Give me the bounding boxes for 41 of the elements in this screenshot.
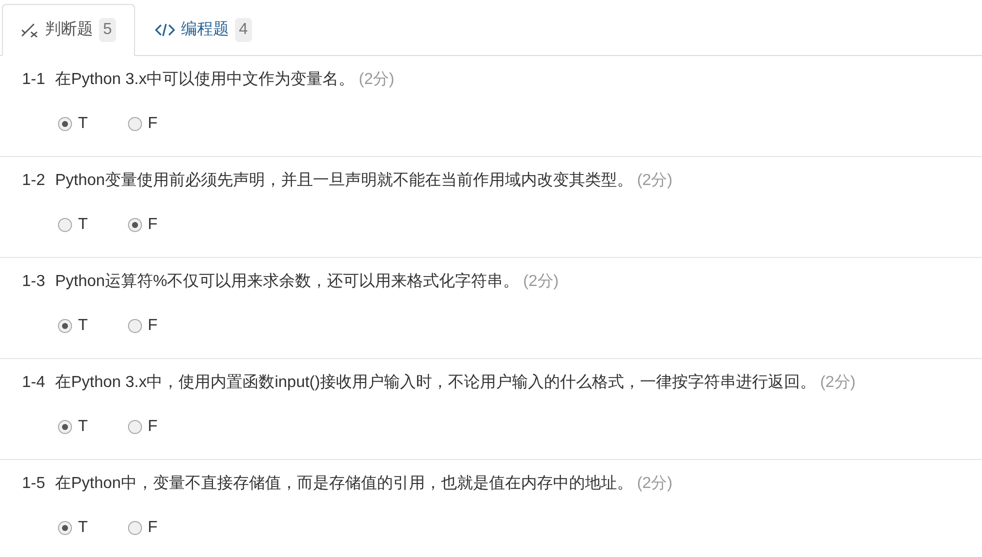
- radio-button[interactable]: [128, 319, 142, 333]
- answer-option[interactable]: T: [58, 112, 88, 136]
- question-text: Python运算符%不仅可以用来求余数，还可以用来格式化字符串。: [55, 272, 520, 292]
- question-score: (2分): [820, 373, 856, 393]
- check-cross-icon: [21, 22, 39, 38]
- code-icon: [154, 23, 175, 37]
- count-badge: 5: [99, 18, 116, 42]
- count-badge: 4: [234, 18, 252, 42]
- radio-button[interactable]: [58, 420, 72, 434]
- question-score: (2分): [636, 171, 672, 191]
- question-text: 在Python 3.x中可以使用中文作为变量名。: [55, 70, 355, 90]
- answer-option[interactable]: T: [58, 314, 88, 338]
- answer-option[interactable]: F: [128, 516, 158, 540]
- radio-button[interactable]: [58, 521, 72, 535]
- question-number: 1-1: [22, 70, 46, 90]
- radio-button[interactable]: [128, 218, 142, 232]
- answer-option[interactable]: T: [58, 415, 88, 439]
- radio-button[interactable]: [58, 117, 72, 131]
- question-number: 1-4: [22, 373, 46, 393]
- answer-option[interactable]: T: [58, 516, 88, 540]
- answer-option[interactable]: F: [128, 415, 158, 439]
- answer-option[interactable]: T: [58, 213, 88, 237]
- radio-button[interactable]: [58, 218, 72, 232]
- question-text: 在Python中，变量不直接存储值，而是存储值的引用，也就是值在内存中的地址。: [55, 474, 633, 494]
- answer-option[interactable]: F: [128, 112, 158, 136]
- question-number: 1-3: [22, 272, 46, 292]
- question-type-tab[interactable]: 编程题 4: [134, 4, 272, 56]
- question-score: (2分): [636, 474, 672, 494]
- answer-option[interactable]: F: [128, 314, 158, 338]
- question-score: (2分): [523, 272, 559, 292]
- answer-option[interactable]: F: [128, 213, 158, 237]
- question-type-tab[interactable]: 判断题 5: [2, 4, 135, 56]
- question-number: 1-5: [22, 474, 46, 494]
- question-text: Python变量使用前必须先声明，并且一旦声明就不能在当前作用域内改变其类型。: [55, 170, 633, 191]
- radio-button[interactable]: [58, 319, 72, 333]
- radio-button[interactable]: [128, 521, 142, 535]
- radio-button[interactable]: [128, 420, 142, 434]
- question-number: 1-2: [22, 171, 46, 191]
- question-score: (2分): [358, 70, 394, 90]
- question-text: 在Python 3.x中，使用内置函数input()接收用户输入时，不论用户输入的什么格式，一律按字符串进行返回。: [55, 372, 816, 393]
- radio-button[interactable]: [128, 117, 142, 131]
